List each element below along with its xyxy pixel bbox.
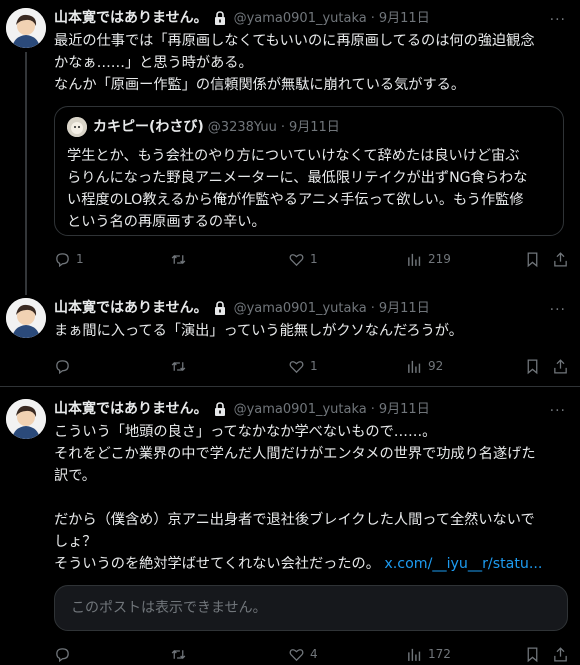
tweet-1[interactable]: 山本寛ではありません。 @yama0901_yutaka · 9月11日 ···… <box>0 0 580 287</box>
like-count: 4 <box>310 646 318 661</box>
views-button[interactable]: 219 <box>406 249 526 270</box>
retweet-button[interactable] <box>170 358 290 375</box>
separator: · <box>370 401 375 417</box>
retweet-icon <box>171 649 186 659</box>
author-name[interactable]: 山本寛ではありません。 <box>54 298 208 319</box>
lock-icon <box>214 301 225 315</box>
reply-button[interactable]: 1 <box>54 249 174 270</box>
tweet-text: 最近の仕事では「再原画しなくてもいいのに再原画してるのは何の強迫観念 かなぁ……… <box>54 33 535 93</box>
views-count: 219 <box>428 251 451 266</box>
heart-icon <box>289 360 304 373</box>
like-count: 1 <box>310 358 318 373</box>
bookmark-icon[interactable] <box>524 646 541 663</box>
quote-author-handle: @3238Yuu <box>207 119 277 135</box>
reply-icon <box>56 252 69 267</box>
author-handle[interactable]: @yama0901_yutaka <box>234 298 367 319</box>
more-options-icon[interactable]: ··· <box>550 300 566 321</box>
author-name[interactable]: 山本寛ではありません。 <box>54 8 208 29</box>
share-icon[interactable] <box>552 646 569 663</box>
quote-text: 学生とか、もう会社のやり方についていけなくて辞めたは良いけど宙ぶ らりんになった… <box>67 148 528 230</box>
tweet-text: こういう「地頭の良さ」ってなかなか学べないもので……。 それをどこか業界の中で学… <box>54 421 568 575</box>
action-bar: 1 92 <box>54 355 568 377</box>
heart-icon <box>289 253 304 266</box>
thread-line <box>25 287 27 295</box>
views-count: 172 <box>428 646 451 661</box>
quote-header: カキピー(わさび) @3238Yuu · 9月11日 <box>67 117 551 137</box>
bookmark-icon[interactable] <box>524 251 541 268</box>
separator: · <box>370 10 375 26</box>
lock-icon <box>214 402 225 416</box>
like-button[interactable]: 4 <box>288 644 408 665</box>
retweet-icon <box>171 254 186 264</box>
bookmark-icon[interactable] <box>524 358 541 375</box>
tweet-2[interactable]: 山本寛ではありません。 @yama0901_yutaka · 9月11日 ···… <box>0 287 580 386</box>
retweet-button[interactable] <box>170 251 290 268</box>
reply-button[interactable] <box>54 358 174 375</box>
views-count: 92 <box>428 358 444 373</box>
tweet-header: 山本寛ではありません。 @yama0901_yutaka · 9月11日 <box>54 298 568 318</box>
retweet-button[interactable] <box>170 646 290 663</box>
avatar[interactable] <box>6 8 46 48</box>
tweet-link[interactable]: x.com/__iyu__r/statu... <box>384 556 542 572</box>
quote-avatar <box>67 117 87 137</box>
views-icon <box>408 360 421 373</box>
author-name[interactable]: 山本寛ではありません。 <box>54 399 208 420</box>
reply-button[interactable] <box>54 646 174 663</box>
quote-author-name: カキピー(わさび) <box>93 118 204 135</box>
tweet-date[interactable]: 9月11日 <box>379 298 430 319</box>
tweet-header: 山本寛ではありません。 @yama0901_yutaka · 9月11日 <box>54 8 568 28</box>
retweet-icon <box>171 361 186 371</box>
tweet-body: こういう「地頭の良さ」ってなかなか学べないもので……。 それをどこか業界の中で学… <box>54 424 536 572</box>
separator: · <box>280 119 285 135</box>
separator: · <box>370 300 375 316</box>
share-icon[interactable] <box>552 251 569 268</box>
unavailable-post-notice: このポストは表示できません。 <box>54 585 568 631</box>
quoted-tweet[interactable]: カキピー(わさび) @3238Yuu · 9月11日 学生とか、もう会社のやり方… <box>54 106 564 236</box>
tweet-text: まぁ間に入ってる「演出」っていう能無しがクソなんだろうが。 <box>54 323 463 339</box>
like-button[interactable]: 1 <box>288 249 408 270</box>
tweet-header: 山本寛ではありません。 @yama0901_yutaka · 9月11日 <box>54 399 568 419</box>
avatar[interactable] <box>6 298 46 338</box>
quote-date: 9月11日 <box>288 119 340 135</box>
action-bar: 4 172 <box>54 643 568 665</box>
reply-icon <box>56 647 69 662</box>
reply-count: 1 <box>76 251 84 266</box>
reply-icon <box>56 359 69 374</box>
views-icon <box>408 253 421 266</box>
avatar[interactable] <box>6 399 46 439</box>
author-handle[interactable]: @yama0901_yutaka <box>234 8 367 29</box>
share-icon[interactable] <box>552 358 569 375</box>
tweet-date[interactable]: 9月11日 <box>379 8 430 29</box>
lock-icon <box>214 11 225 25</box>
views-icon <box>408 648 421 661</box>
tweet-date[interactable]: 9月11日 <box>379 399 430 420</box>
action-bar: 1 1 219 <box>54 248 568 270</box>
thread-line <box>25 52 27 287</box>
tweet-3[interactable]: 山本寛ではありません。 @yama0901_yutaka · 9月11日 ···… <box>0 387 580 665</box>
author-handle[interactable]: @yama0901_yutaka <box>234 399 367 420</box>
more-options-icon[interactable]: ··· <box>550 10 566 31</box>
more-options-icon[interactable]: ··· <box>550 401 566 422</box>
like-button[interactable]: 1 <box>288 356 408 377</box>
like-count: 1 <box>310 251 318 266</box>
heart-icon <box>289 648 304 661</box>
views-button[interactable]: 172 <box>406 644 526 665</box>
views-button[interactable]: 92 <box>406 356 526 377</box>
